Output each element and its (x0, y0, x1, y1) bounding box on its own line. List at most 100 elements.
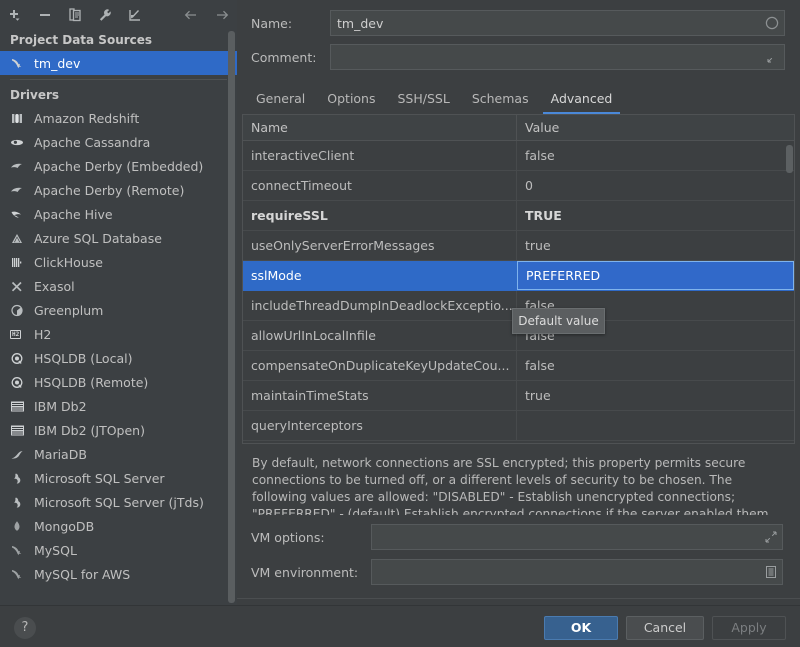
table-row[interactable]: compensateOnDuplicateKeyUpdateCou... fal… (243, 351, 794, 381)
tab-schemas[interactable]: Schemas (461, 85, 540, 114)
table-row[interactable]: requireSSL TRUE (243, 201, 794, 231)
tooltip-default-value: Default value (512, 308, 605, 334)
settings-tabs: General Options SSH/SSL Schemas Advanced (237, 85, 800, 114)
driver-item-label: MySQL (34, 542, 77, 558)
name-input[interactable]: tm_dev (330, 10, 785, 36)
driver-item-microsoft-sql-server-jtds[interactable]: Microsoft SQL Server (jTds) (0, 490, 237, 514)
settings-panel: Name: tm_dev Comment: General Options SS… (237, 0, 800, 605)
status-circle-icon (765, 16, 779, 30)
driver-item-label: IBM Db2 (34, 398, 87, 414)
driver-item-mongodb[interactable]: MongoDB (0, 514, 237, 538)
driver-item-h2[interactable]: H2 H2 (0, 322, 237, 346)
duplicate-button[interactable] (60, 0, 90, 29)
driver-item-hsqldb-local[interactable]: HSQLDB (Local) (0, 346, 237, 370)
drivers-title: Drivers (10, 88, 60, 102)
property-value[interactable]: true (517, 381, 794, 410)
column-header-value[interactable]: Value (517, 115, 794, 140)
mysql-dolphin-icon (10, 55, 32, 71)
table-scrollbar[interactable] (785, 142, 793, 443)
column-header-name[interactable]: Name (243, 115, 517, 140)
property-value-editor[interactable]: PREFERRED (517, 261, 794, 290)
table-row[interactable]: interactiveClient false (243, 141, 794, 171)
tab-general[interactable]: General (245, 85, 316, 114)
comment-input[interactable] (330, 44, 785, 70)
panel-divider (237, 598, 800, 599)
driver-item-greenplum[interactable]: Greenplum (0, 298, 237, 322)
wrench-icon[interactable] (90, 0, 120, 29)
sidebar-scrollbar[interactable] (228, 31, 235, 603)
property-description: By default, network connections are SSL … (252, 456, 773, 515)
arrow-right-icon[interactable] (207, 0, 237, 29)
list-editor-icon[interactable] (765, 566, 777, 579)
vm-environment-label: VM environment: (251, 564, 359, 580)
remove-data-source-button[interactable] (30, 0, 60, 29)
table-row[interactable]: useOnlyServerErrorMessages true (243, 231, 794, 261)
driver-item-apache-cassandra[interactable]: Apache Cassandra (0, 130, 237, 154)
driver-item-azure-sql-database[interactable]: Azure SQL Database (0, 226, 237, 250)
table-row[interactable]: maintainTimeStats true (243, 381, 794, 411)
driver-item-microsoft-sql-server[interactable]: Microsoft SQL Server (0, 466, 237, 490)
table-row-selected[interactable]: sslMode PREFERRED (243, 261, 794, 291)
driver-item-ibm-db2[interactable]: IBM Db2 (0, 394, 237, 418)
table-row[interactable]: queryInterceptors (243, 411, 794, 441)
driver-item-ibm-db2-jtopen[interactable]: IBM Db2 (JTOpen) (0, 418, 237, 442)
driver-item-label: HSQLDB (Remote) (34, 374, 149, 390)
arrow-left-icon[interactable] (177, 0, 207, 29)
mysql-dolphin-icon (10, 542, 32, 558)
vm-options-row: VM options: (237, 524, 800, 550)
advanced-properties-table: Name Value interactiveClient false conne… (242, 114, 795, 444)
driver-item-mariadb[interactable]: MariaDB (0, 442, 237, 466)
property-name: requireSSL (243, 201, 517, 230)
cancel-button[interactable]: Cancel (626, 616, 704, 640)
cassandra-eye-icon (10, 134, 32, 150)
driver-item-amazon-redshift[interactable]: Amazon Redshift (0, 106, 237, 130)
mongodb-leaf-icon (10, 518, 32, 534)
property-name: maintainTimeStats (243, 381, 517, 410)
hsqldb-icon (10, 374, 32, 390)
property-name: compensateOnDuplicateKeyUpdateCou... (243, 351, 517, 380)
property-value[interactable]: false (517, 141, 794, 170)
mariadb-seal-icon (10, 446, 32, 462)
ok-button[interactable]: OK (544, 616, 618, 640)
driver-item-exasol[interactable]: Exasol (0, 274, 237, 298)
expand-icon[interactable] (765, 531, 777, 543)
tab-options[interactable]: Options (316, 85, 386, 114)
exasol-x-icon (10, 278, 32, 294)
driver-item-apache-hive[interactable]: Apache Hive (0, 202, 237, 226)
property-value[interactable]: false (517, 351, 794, 380)
property-value[interactable]: TRUE (517, 201, 794, 230)
add-data-source-button[interactable] (0, 0, 30, 29)
property-value[interactable]: true (517, 231, 794, 260)
property-name: interactiveClient (243, 141, 517, 170)
sidebar-toolbar (0, 0, 237, 29)
property-name: includeThreadDumpInDeadlockExceptio... (243, 291, 517, 320)
driver-item-mysql-for-aws[interactable]: MySQL for AWS (0, 562, 237, 586)
vm-options-label: VM options: (251, 529, 325, 545)
help-button[interactable]: ? (14, 617, 36, 639)
vm-environment-input[interactable] (371, 559, 783, 585)
driver-item-hsqldb-remote[interactable]: HSQLDB (Remote) (0, 370, 237, 394)
driver-item-apache-derby-embedded[interactable]: Apache Derby (Embedded) (0, 154, 237, 178)
vm-options-input[interactable] (371, 524, 783, 550)
sidebar-divider (10, 79, 227, 80)
tab-ssh-ssl[interactable]: SSH/SSL (387, 85, 461, 114)
driver-item-clickhouse[interactable]: ClickHouse (0, 250, 237, 274)
sidebar-item-tm-dev[interactable]: tm_dev (0, 51, 237, 75)
driver-item-mysql[interactable]: MySQL (0, 538, 237, 562)
property-value[interactable] (517, 411, 794, 440)
expand-icon[interactable] (767, 51, 779, 63)
driver-item-apache-derby-remote[interactable]: Apache Derby (Remote) (0, 178, 237, 202)
property-value[interactable]: 0 (517, 171, 794, 200)
sidebar-scrollbar-thumb[interactable] (228, 31, 235, 603)
table-scrollbar-thumb[interactable] (786, 145, 793, 173)
driver-item-label: Apache Cassandra (34, 134, 151, 150)
tab-advanced[interactable]: Advanced (540, 85, 624, 114)
driver-item-label: Azure SQL Database (34, 230, 162, 246)
driver-item-label: ClickHouse (34, 254, 103, 270)
apply-button[interactable]: Apply (712, 616, 786, 640)
redshift-icon (10, 110, 32, 126)
driver-item-label: MongoDB (34, 518, 95, 534)
driver-item-label: Amazon Redshift (34, 110, 140, 126)
import-arrow-icon[interactable] (120, 0, 150, 29)
table-row[interactable]: connectTimeout 0 (243, 171, 794, 201)
